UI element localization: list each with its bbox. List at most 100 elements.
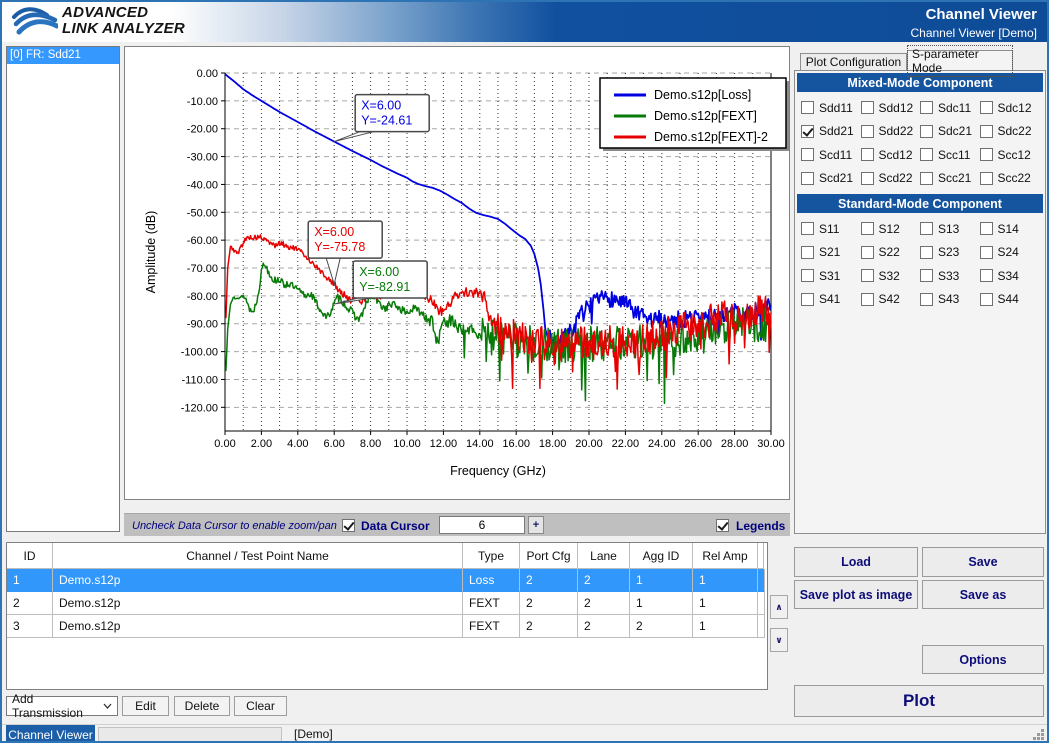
sparam-option-Sdd11[interactable]: Sdd11 bbox=[801, 96, 861, 120]
sparam-option-Sdc12[interactable]: Sdc12 bbox=[980, 96, 1040, 120]
sparam-checkbox-S33[interactable] bbox=[920, 269, 933, 282]
sparam-checkbox-S22[interactable] bbox=[861, 246, 874, 259]
resize-grip[interactable] bbox=[1032, 728, 1045, 741]
sparam-option-S41[interactable]: S41 bbox=[801, 288, 861, 312]
save-plot-as-image-button[interactable]: Save plot as image bbox=[794, 580, 918, 609]
sparam-option-S24[interactable]: S24 bbox=[980, 241, 1040, 265]
tab-plot-configuration[interactable]: Plot Configuration bbox=[800, 53, 907, 70]
table-row[interactable]: 2Demo.s12pFEXT2211 bbox=[7, 592, 767, 615]
sparam-option-Scc21[interactable]: Scc21 bbox=[920, 167, 980, 191]
sparam-checkbox-S13[interactable] bbox=[920, 222, 933, 235]
sparam-option-S34[interactable]: S34 bbox=[980, 264, 1040, 288]
sparam-option-Sdd21[interactable]: Sdd21 bbox=[801, 120, 861, 144]
table-row[interactable]: 3Demo.s12pFEXT2221 bbox=[7, 615, 767, 638]
sparam-checkbox-S44[interactable] bbox=[980, 293, 993, 306]
sparam-checkbox-S43[interactable] bbox=[920, 293, 933, 306]
sparam-option-S32[interactable]: S32 bbox=[861, 264, 921, 288]
clear-button[interactable]: Clear bbox=[234, 696, 287, 716]
table-header-cell[interactable]: Channel / Test Point Name bbox=[53, 543, 463, 569]
cursor-add-button[interactable]: + bbox=[528, 516, 544, 534]
delete-button[interactable]: Delete bbox=[174, 696, 230, 716]
edit-button[interactable]: Edit bbox=[122, 696, 169, 716]
sparam-option-S43[interactable]: S43 bbox=[920, 288, 980, 312]
trace-list-item[interactable]: [0] FR: Sdd21 bbox=[7, 47, 119, 64]
sparam-option-S31[interactable]: S31 bbox=[801, 264, 861, 288]
sparam-option-Sdc11[interactable]: Sdc11 bbox=[920, 96, 980, 120]
sparam-checkbox-S24[interactable] bbox=[980, 246, 993, 259]
table-row[interactable]: 1Demo.s12pLoss2211 bbox=[7, 569, 767, 592]
sparam-checkbox-Sdc12[interactable] bbox=[980, 101, 993, 114]
sparam-checkbox-Sdd12[interactable] bbox=[861, 101, 874, 114]
sparam-checkbox-Scd22[interactable] bbox=[861, 172, 874, 185]
table-header-cell[interactable] bbox=[758, 543, 764, 569]
sparam-checkbox-S42[interactable] bbox=[861, 293, 874, 306]
legends-checkbox[interactable] bbox=[716, 519, 729, 532]
sparam-option-Scd21[interactable]: Scd21 bbox=[801, 167, 861, 191]
sparam-checkbox-Sdc21[interactable] bbox=[920, 125, 933, 138]
sparam-option-Sdc21[interactable]: Sdc21 bbox=[920, 120, 980, 144]
sparam-checkbox-Scc12[interactable] bbox=[980, 148, 993, 161]
sparam-checkbox-Scc22[interactable] bbox=[980, 172, 993, 185]
sparam-option-S33[interactable]: S33 bbox=[920, 264, 980, 288]
svg-text:8.00: 8.00 bbox=[360, 438, 381, 450]
options-button[interactable]: Options bbox=[922, 645, 1044, 674]
table-header-cell[interactable]: Port Cfg bbox=[520, 543, 578, 569]
sparam-checkbox-Scd21[interactable] bbox=[801, 172, 814, 185]
chart[interactable]: 0.00-10.00-20.00-30.00-40.00-50.00-60.00… bbox=[125, 47, 789, 499]
sparam-checkbox-S34[interactable] bbox=[980, 269, 993, 282]
legend[interactable]: Demo.s12p[Loss]Demo.s12p[FEXT]Demo.s12p[… bbox=[600, 78, 789, 151]
sparam-option-Scc22[interactable]: Scc22 bbox=[980, 167, 1040, 191]
sparam-option-Sdd22[interactable]: Sdd22 bbox=[861, 120, 921, 144]
sparam-checkbox-Sdd11[interactable] bbox=[801, 101, 814, 114]
sparam-option-S13[interactable]: S13 bbox=[920, 217, 980, 241]
move-down-button[interactable]: ∨ bbox=[770, 628, 788, 652]
save-as-button[interactable]: Save as bbox=[922, 580, 1044, 609]
table-header-cell[interactable]: Type bbox=[463, 543, 520, 569]
sparam-checkbox-Scd11[interactable] bbox=[801, 148, 814, 161]
cursor-callout[interactable]: X=6.00Y=-24.61 bbox=[334, 95, 429, 142]
tab-sparameter-mode[interactable]: S-parameter Mode bbox=[907, 50, 1013, 70]
sparam-option-Scd11[interactable]: Scd11 bbox=[801, 143, 861, 167]
sparam-option-Scd12[interactable]: Scd12 bbox=[861, 143, 921, 167]
table-header-cell[interactable]: Agg ID bbox=[630, 543, 693, 569]
sparam-checkbox-Scd12[interactable] bbox=[861, 148, 874, 161]
sparam-checkbox-S41[interactable] bbox=[801, 293, 814, 306]
sparam-option-Scc12[interactable]: Scc12 bbox=[980, 143, 1040, 167]
save-button[interactable]: Save bbox=[922, 547, 1044, 577]
sparam-option-S22[interactable]: S22 bbox=[861, 241, 921, 265]
sparam-option-S14[interactable]: S14 bbox=[980, 217, 1040, 241]
table-header-cell[interactable]: ID bbox=[7, 543, 53, 569]
sparam-option-Scd22[interactable]: Scd22 bbox=[861, 167, 921, 191]
cursor-count-input[interactable] bbox=[439, 516, 525, 534]
svg-text:-100.00: -100.00 bbox=[181, 347, 218, 359]
plot-button[interactable]: Plot bbox=[794, 685, 1044, 717]
sparam-option-S23[interactable]: S23 bbox=[920, 241, 980, 265]
sparam-checkbox-S14[interactable] bbox=[980, 222, 993, 235]
sparam-checkbox-S21[interactable] bbox=[801, 246, 814, 259]
sparam-checkbox-S23[interactable] bbox=[920, 246, 933, 259]
sparam-option-Scc11[interactable]: Scc11 bbox=[920, 143, 980, 167]
sparam-option-Sdc22[interactable]: Sdc22 bbox=[980, 120, 1040, 144]
add-transmission-dropdown[interactable]: Add Transmission bbox=[6, 696, 118, 716]
sparam-checkbox-S12[interactable] bbox=[861, 222, 874, 235]
sparam-checkbox-Sdd22[interactable] bbox=[861, 125, 874, 138]
sparam-option-S11[interactable]: S11 bbox=[801, 217, 861, 241]
sparam-checkbox-Sdc11[interactable] bbox=[920, 101, 933, 114]
sparam-checkbox-Sdd21[interactable] bbox=[801, 125, 814, 138]
sparam-checkbox-S31[interactable] bbox=[801, 269, 814, 282]
table-header-cell[interactable]: Rel Amp bbox=[693, 543, 758, 569]
sparam-option-Sdd12[interactable]: Sdd12 bbox=[861, 96, 921, 120]
table-header-cell[interactable]: Lane bbox=[578, 543, 630, 569]
sparam-checkbox-Sdc22[interactable] bbox=[980, 125, 993, 138]
sparam-option-S44[interactable]: S44 bbox=[980, 288, 1040, 312]
sparam-option-S12[interactable]: S12 bbox=[861, 217, 921, 241]
move-up-button[interactable]: ∧ bbox=[770, 595, 788, 619]
sparam-checkbox-S32[interactable] bbox=[861, 269, 874, 282]
load-button[interactable]: Load bbox=[794, 547, 918, 577]
sparam-option-S42[interactable]: S42 bbox=[861, 288, 921, 312]
data-cursor-checkbox[interactable] bbox=[342, 519, 355, 532]
sparam-option-S21[interactable]: S21 bbox=[801, 241, 861, 265]
sparam-checkbox-S11[interactable] bbox=[801, 222, 814, 235]
sparam-checkbox-Scc11[interactable] bbox=[920, 148, 933, 161]
sparam-checkbox-Scc21[interactable] bbox=[920, 172, 933, 185]
